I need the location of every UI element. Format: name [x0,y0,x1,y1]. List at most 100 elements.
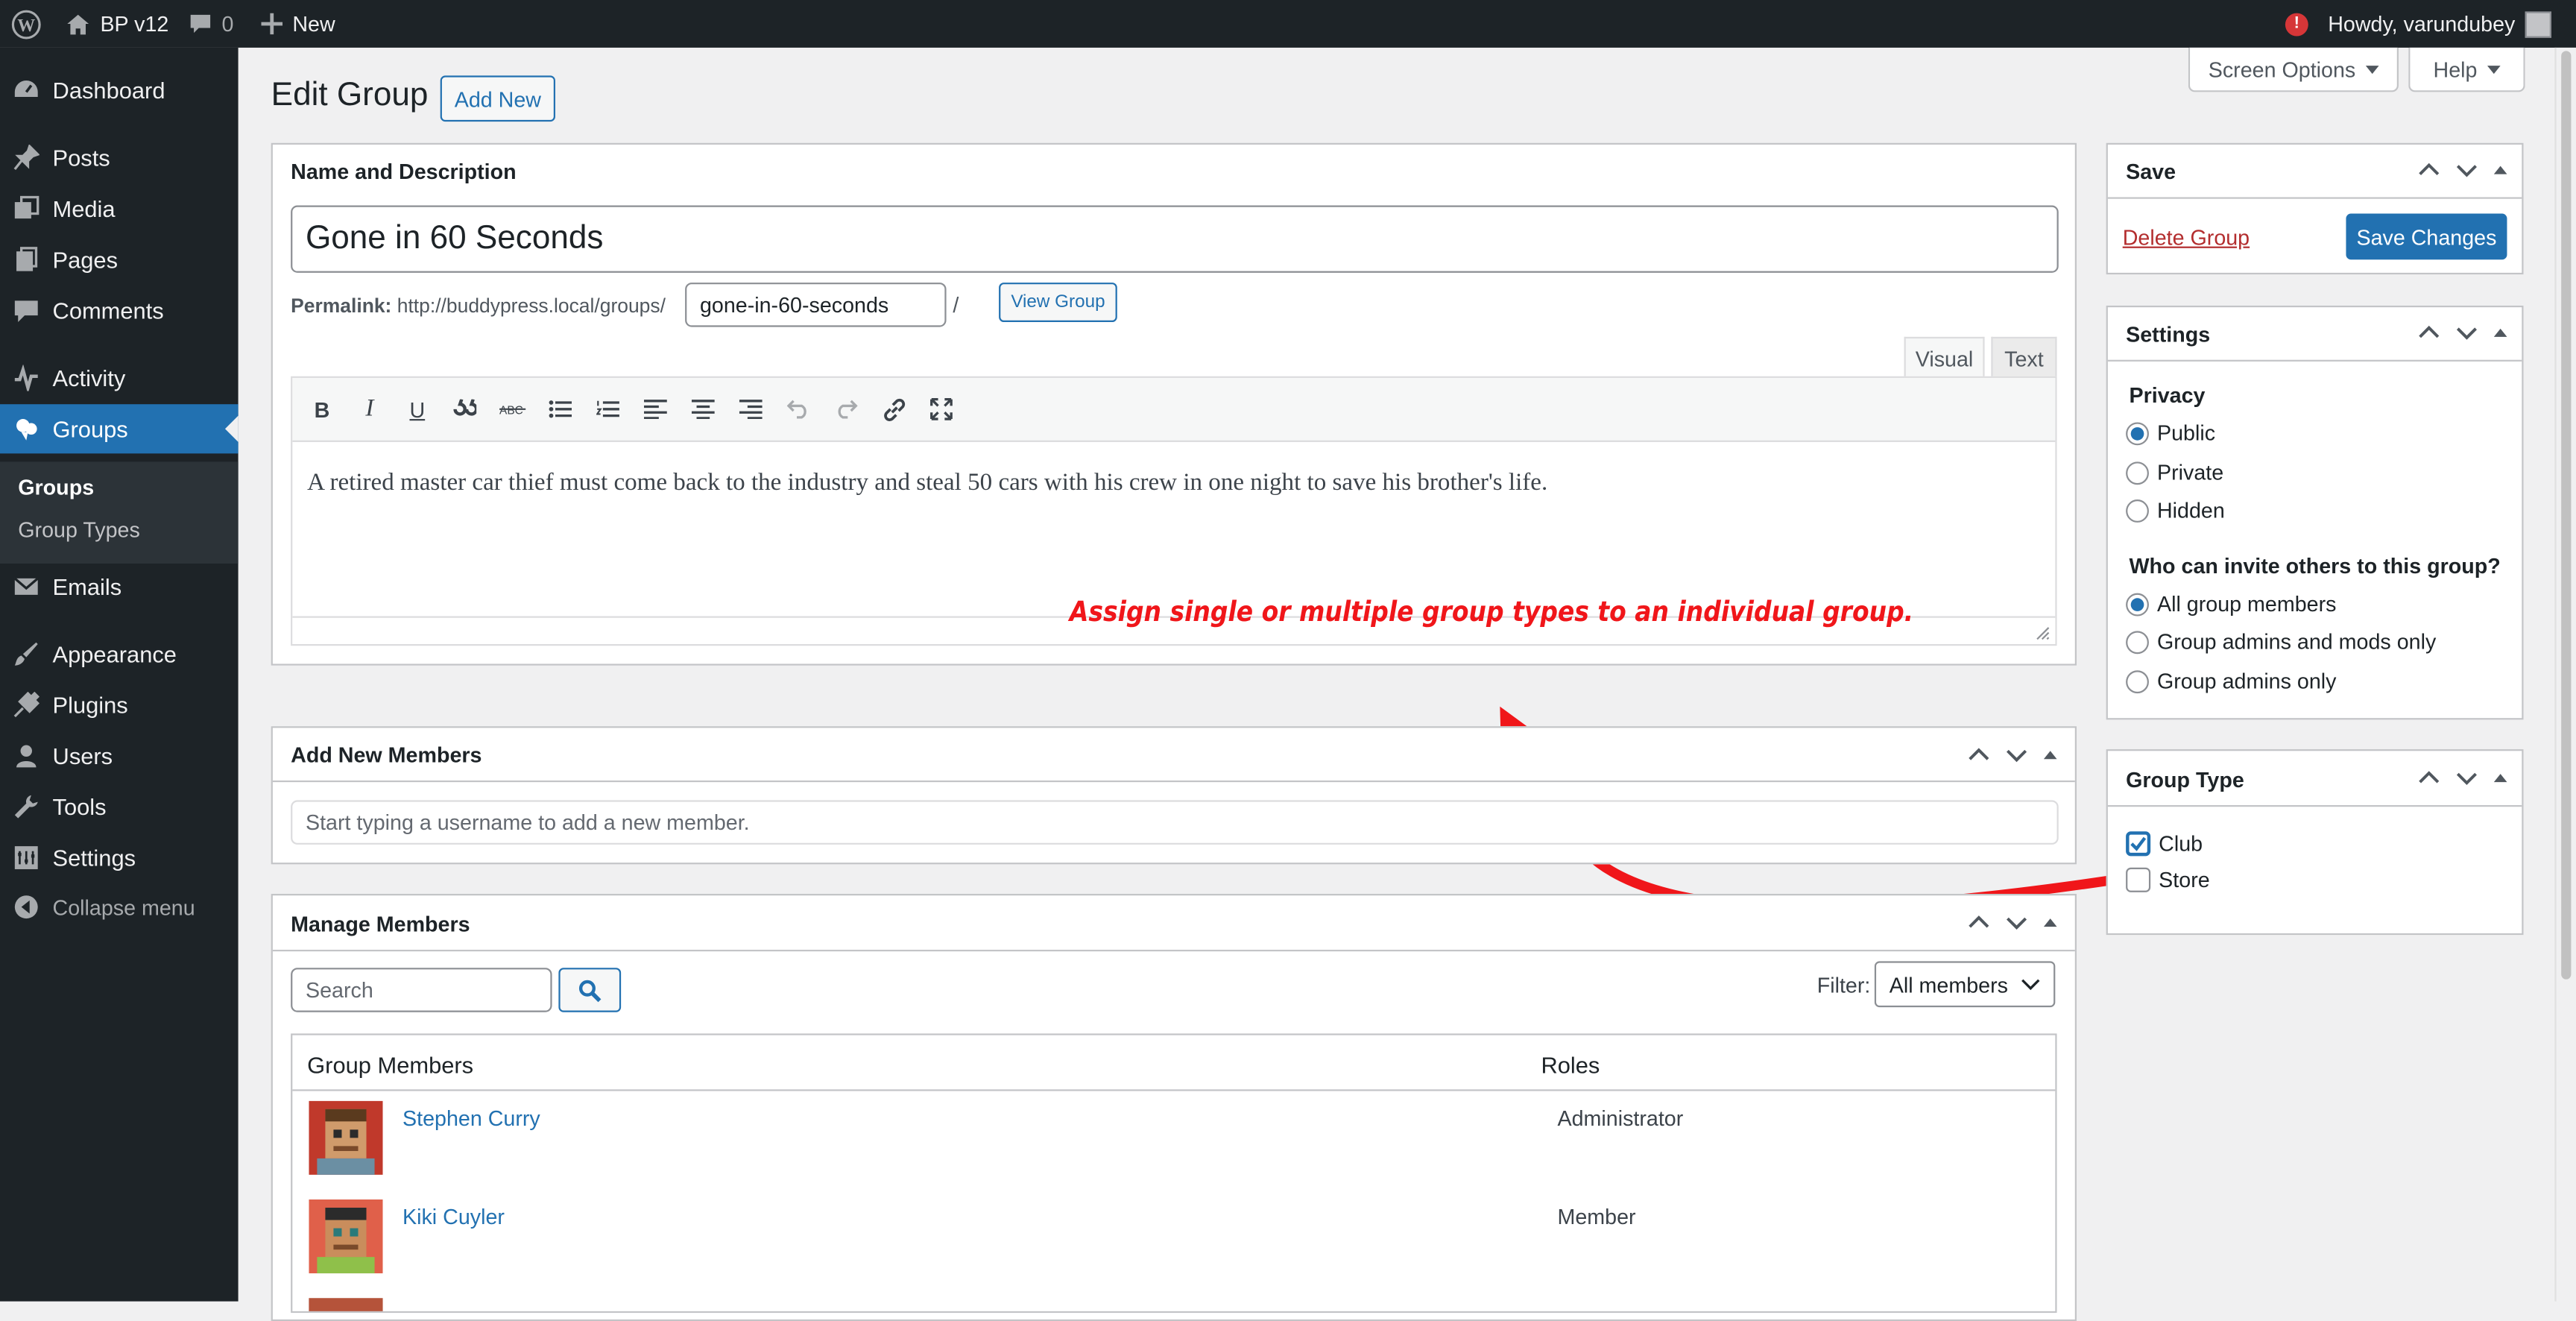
checkbox[interactable] [2126,867,2151,892]
radio-button[interactable] [2126,421,2149,445]
toggle-panel-icon[interactable] [2493,162,2509,178]
member-name-link[interactable]: Stephen Curry [402,1106,540,1130]
groups-submenu: Groups Group Types [0,461,239,564]
add-member-input[interactable]: Start typing a username to add a new mem… [291,800,2059,845]
comments-count: 0 [221,11,234,37]
search-button[interactable] [558,968,622,1012]
tab-visual[interactable]: Visual [1904,336,1985,378]
add-new-button[interactable]: Add New [440,75,555,122]
sidebar-item-users[interactable]: Users [0,731,239,781]
annotation-text: Assign single or multiple group types to… [1069,596,1914,630]
notifications-link[interactable]: ! [2285,0,2308,48]
sidebar-item-dashboard[interactable]: Dashboard [0,66,239,115]
member-avatar [309,1298,383,1311]
groups-icon [16,419,37,441]
sidebar-item-plugins[interactable]: Plugins [0,680,239,729]
member-name-link[interactable]: Kiki Cuyler [402,1205,505,1229]
radio-button[interactable] [2126,669,2149,693]
view-group-button[interactable]: View Group [999,283,1117,323]
sidebar-item-emails[interactable]: Emails [0,562,239,611]
help-button[interactable]: Help [2408,47,2525,92]
sidebar-item-tools[interactable]: Tools [0,782,239,831]
description-text[interactable]: A retired master car thief must come bac… [307,470,1547,497]
toggle-panel-icon[interactable] [2493,770,2509,786]
move-down-icon[interactable] [2004,910,2029,935]
sidebar-item-settings[interactable]: Settings [0,833,239,882]
page-scrollbar[interactable] [2554,47,2576,1302]
move-up-icon[interactable] [2416,158,2441,183]
italic-button[interactable]: I [355,394,385,424]
invite-option-admins-only[interactable]: Group admins only [2126,669,2337,693]
site-name-link[interactable]: BP v12 [66,0,168,48]
toggle-panel-icon[interactable] [2493,324,2509,341]
checkbox[interactable] [2126,831,2151,857]
radio-button[interactable] [2126,592,2149,616]
comments-link[interactable]: 0 [189,0,233,48]
privacy-option-private[interactable]: Private [2126,460,2223,485]
invite-option-admins-mods[interactable]: Group admins and mods only [2126,629,2436,654]
undo-icon[interactable] [783,394,813,424]
strikethrough-icon[interactable]: ABC [498,394,528,424]
toggle-panel-icon[interactable] [2042,915,2059,931]
move-up-icon[interactable] [2416,321,2441,345]
invite-option-all-members[interactable]: All group members [2126,591,2336,617]
slug-input[interactable]: gone-in-60-seconds [685,283,947,327]
new-content-link[interactable]: New [261,0,335,48]
group-type-store[interactable]: Store [2126,867,2210,892]
wordpress-logo-icon[interactable]: W [11,0,41,48]
permalink: Permalink: http://buddypress.local/group… [291,294,666,318]
move-down-icon[interactable] [2455,766,2479,790]
member-search-input[interactable]: Search [291,968,552,1012]
scrollbar-thumb[interactable] [2561,51,2572,980]
delete-group-link[interactable]: Delete Group [2123,225,2250,250]
new-label: New [292,11,335,37]
move-up-icon[interactable] [1966,910,1991,935]
align-right-icon[interactable] [736,394,765,424]
my-account-link[interactable]: Howdy, varundubey [2328,0,2551,48]
group-type-club[interactable]: Club [2126,831,2203,857]
numbered-list-icon[interactable] [593,394,623,424]
member-filter-select[interactable]: All members [1874,961,2056,1008]
submenu-item-group-types[interactable]: Group Types [18,517,140,542]
tab-text[interactable]: Text [1991,336,2057,378]
radio-button[interactable] [2126,498,2149,522]
sidebar-item-comments[interactable]: Comments [0,286,239,335]
move-down-icon[interactable] [2455,321,2479,345]
submenu-item-groups[interactable]: Groups [18,475,94,499]
save-changes-button[interactable]: Save Changes [2346,213,2507,260]
filter-label: Filter: [1816,972,1871,997]
box-title: Settings [2126,322,2211,347]
sidebar-item-pages[interactable]: Pages [0,235,239,284]
caret-down-icon [2487,65,2501,74]
site-name: BP v12 [100,11,169,37]
collapse-menu-button[interactable]: Collapse menu [0,883,239,932]
radio-button[interactable] [2126,461,2149,485]
move-down-icon[interactable] [2455,158,2479,183]
sidebar-item-appearance[interactable]: Appearance [0,629,239,678]
sidebar-item-groups[interactable]: Groups [0,404,239,454]
screen-options-button[interactable]: Screen Options [2188,47,2399,92]
resize-handle-icon[interactable] [2036,626,2051,641]
privacy-option-hidden[interactable]: Hidden [2126,498,2225,523]
box-controls [2416,321,2508,345]
align-left-icon[interactable] [641,394,671,424]
move-up-icon[interactable] [2416,766,2441,790]
sidebar-item-media[interactable]: Media [0,184,239,233]
move-up-icon[interactable] [1966,743,1991,767]
member-avatar [309,1199,383,1274]
redo-icon[interactable] [831,394,861,424]
sidebar-item-posts[interactable]: Posts [0,133,239,183]
toggle-panel-icon[interactable] [2042,747,2059,763]
sidebar-item-activity[interactable]: Activity [0,353,239,403]
radio-button[interactable] [2126,630,2149,654]
privacy-option-public[interactable]: Public [2126,420,2215,445]
align-center-icon[interactable] [689,394,719,424]
bullet-list-icon[interactable] [546,394,575,424]
bold-button[interactable]: B [307,394,337,424]
blockquote-icon[interactable] [450,394,480,424]
fullscreen-icon[interactable] [926,394,956,424]
group-name-input[interactable]: Gone in 60 Seconds [291,205,2059,273]
underline-button[interactable]: U [402,394,432,424]
link-icon[interactable] [879,394,909,424]
move-down-icon[interactable] [2004,743,2029,767]
